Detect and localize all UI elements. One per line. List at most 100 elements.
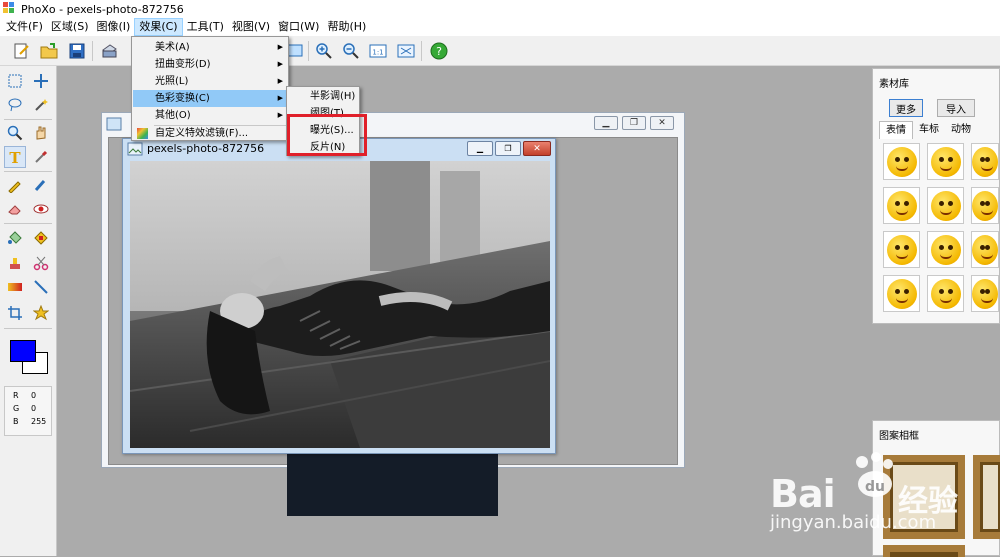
baidu-watermark: Bai du 经验 jingyan.baidu.com [770,448,1000,556]
emoticon-item[interactable] [927,275,964,312]
close-button[interactable]: ✕ [650,116,674,130]
zoom-tool-icon[interactable] [4,122,26,144]
tab-emoticons[interactable]: 表情 [879,121,913,139]
gradient-icon[interactable] [4,276,26,298]
materials-tabs: 表情 车标 动物 [879,121,1000,139]
emoticon-item[interactable] [883,231,920,268]
crop-icon[interactable] [4,302,26,324]
star-icon[interactable] [30,302,52,324]
baidu-paw-icon: du [852,452,896,498]
svg-text:1:1: 1:1 [372,49,383,57]
zoom-out-icon[interactable] [340,40,362,62]
restore-button[interactable]: ❐ [622,116,646,130]
emoticon-face-icon [930,146,961,177]
emoticon-item[interactable] [971,275,999,312]
eraser-icon[interactable] [4,198,26,220]
menu-window[interactable]: 窗口(W) [274,18,323,36]
fill-bucket-icon[interactable] [4,227,26,249]
hand-icon[interactable] [30,122,52,144]
materials-panel: 素材库 更多 导入 表情 车标 动物 [872,68,1000,324]
image-restore-button[interactable]: ❐ [495,141,521,156]
image-minimize-button[interactable]: ▁ [467,141,493,156]
move-icon[interactable] [30,70,52,92]
more-button[interactable]: 更多 [889,99,923,117]
emoticon-face-icon [972,234,998,265]
text-tool-icon[interactable]: T [4,146,26,168]
emoticon-item[interactable] [883,143,920,180]
menu-bar: 文件(F) 区域(S) 图像(I) 效果(C) 工具(T) 视图(V) 窗口(W… [0,18,1000,36]
new-file-icon[interactable] [10,40,32,62]
emoticon-item[interactable] [971,143,999,180]
pencil-icon[interactable] [4,174,26,196]
foreground-color-swatch[interactable] [10,340,36,362]
emoticon-item[interactable] [927,187,964,224]
emoticon-item[interactable] [927,231,964,268]
rect-select-icon[interactable] [4,70,26,92]
emoticon-item[interactable] [971,231,999,268]
photo-canvas[interactable] [130,161,550,448]
menu-file[interactable]: 文件(F) [2,18,47,36]
menu-item-other[interactable]: 其他(O) ▶ [133,107,287,124]
menu-item-lighting[interactable]: 光照(L) ▶ [133,73,287,90]
submenu-item-halftone[interactable]: 半影调(H) [288,88,358,105]
submenu-arrow-icon: ▶ [277,77,283,85]
r-value: 0 [31,391,37,400]
menu-item-distort[interactable]: 扭曲变形(D) ▶ [133,56,287,73]
color-replace-icon[interactable] [30,227,52,249]
svg-text:T: T [9,149,21,165]
menu-region[interactable]: 区域(S) [47,18,93,36]
g-value: 0 [31,404,37,413]
emoticon-item[interactable] [971,187,999,224]
help-icon[interactable]: ? [428,40,450,62]
phoxo-logo-icon [3,2,17,16]
actual-size-icon[interactable]: 1:1 [367,40,389,62]
import-button[interactable]: 导入 [937,99,975,117]
effects-menu: 美术(A) ▶ 扭曲变形(D) ▶ 光照(L) ▶ 色彩变换(C) ▶ 其他(O) ▶ 自… [131,36,289,141]
red-eye-icon[interactable] [30,198,52,220]
clone-stamp-icon[interactable] [4,252,26,274]
frames-panel-title: 图案相框 [879,431,919,442]
eyedropper-icon[interactable] [30,146,52,168]
menu-view[interactable]: 视图(V) [228,18,274,36]
fit-window-icon[interactable] [395,40,417,62]
menu-item-color-transform[interactable]: 色彩变换(C) ▶ [133,90,287,107]
svg-text:?: ? [436,45,442,58]
menu-tools[interactable]: 工具(T) [183,18,228,36]
magic-wand-icon[interactable] [30,94,52,116]
lasso-icon[interactable] [4,94,26,116]
emoticon-item[interactable] [927,143,964,180]
tab-animals[interactable]: 动物 [945,121,977,139]
emoticon-face-icon [972,146,998,177]
brush-icon[interactable] [30,174,52,196]
watermark-brand: Bai [770,472,836,516]
title-bar: PhoXo - pexels-photo-872756 [0,0,1000,18]
canvas-dark-area [287,452,498,516]
minimize-button[interactable]: ▁ [594,116,618,130]
emoticon-item[interactable] [883,187,920,224]
watermark-url: jingyan.baidu.com [770,512,937,533]
emoticon-face-icon [972,190,998,221]
line-icon[interactable] [30,276,52,298]
submenu-arrow-icon: ▶ [277,60,283,68]
save-icon[interactable] [66,40,88,62]
highlight-box [287,114,367,156]
image-close-button[interactable]: ✕ [523,141,551,156]
emoticon-face-icon [886,278,917,309]
tab-car-logos[interactable]: 车标 [913,121,945,139]
zoom-in-icon[interactable] [313,40,335,62]
menu-item-art[interactable]: 美术(A) ▶ [133,39,287,56]
menu-help[interactable]: 帮助(H) [323,18,370,36]
print-icon[interactable] [98,40,120,62]
emoticon-face-icon [972,278,998,309]
image-window-title: pexels-photo-872756 [147,142,265,155]
menu-effects[interactable]: 效果(C) [134,18,183,36]
emoticon-face-icon [930,190,961,221]
tool-panel: T R0 G0 B 255 [0,66,57,556]
menu-item-custom-filter[interactable]: 自定义特效滤镜(F)... [133,125,287,142]
scissors-icon[interactable] [30,252,52,274]
open-folder-icon[interactable] [38,40,60,62]
image-file-icon [127,142,143,156]
emoticon-item[interactable] [883,275,920,312]
menu-image[interactable]: 图像(I) [93,18,135,36]
emoticon-face-icon [930,278,961,309]
